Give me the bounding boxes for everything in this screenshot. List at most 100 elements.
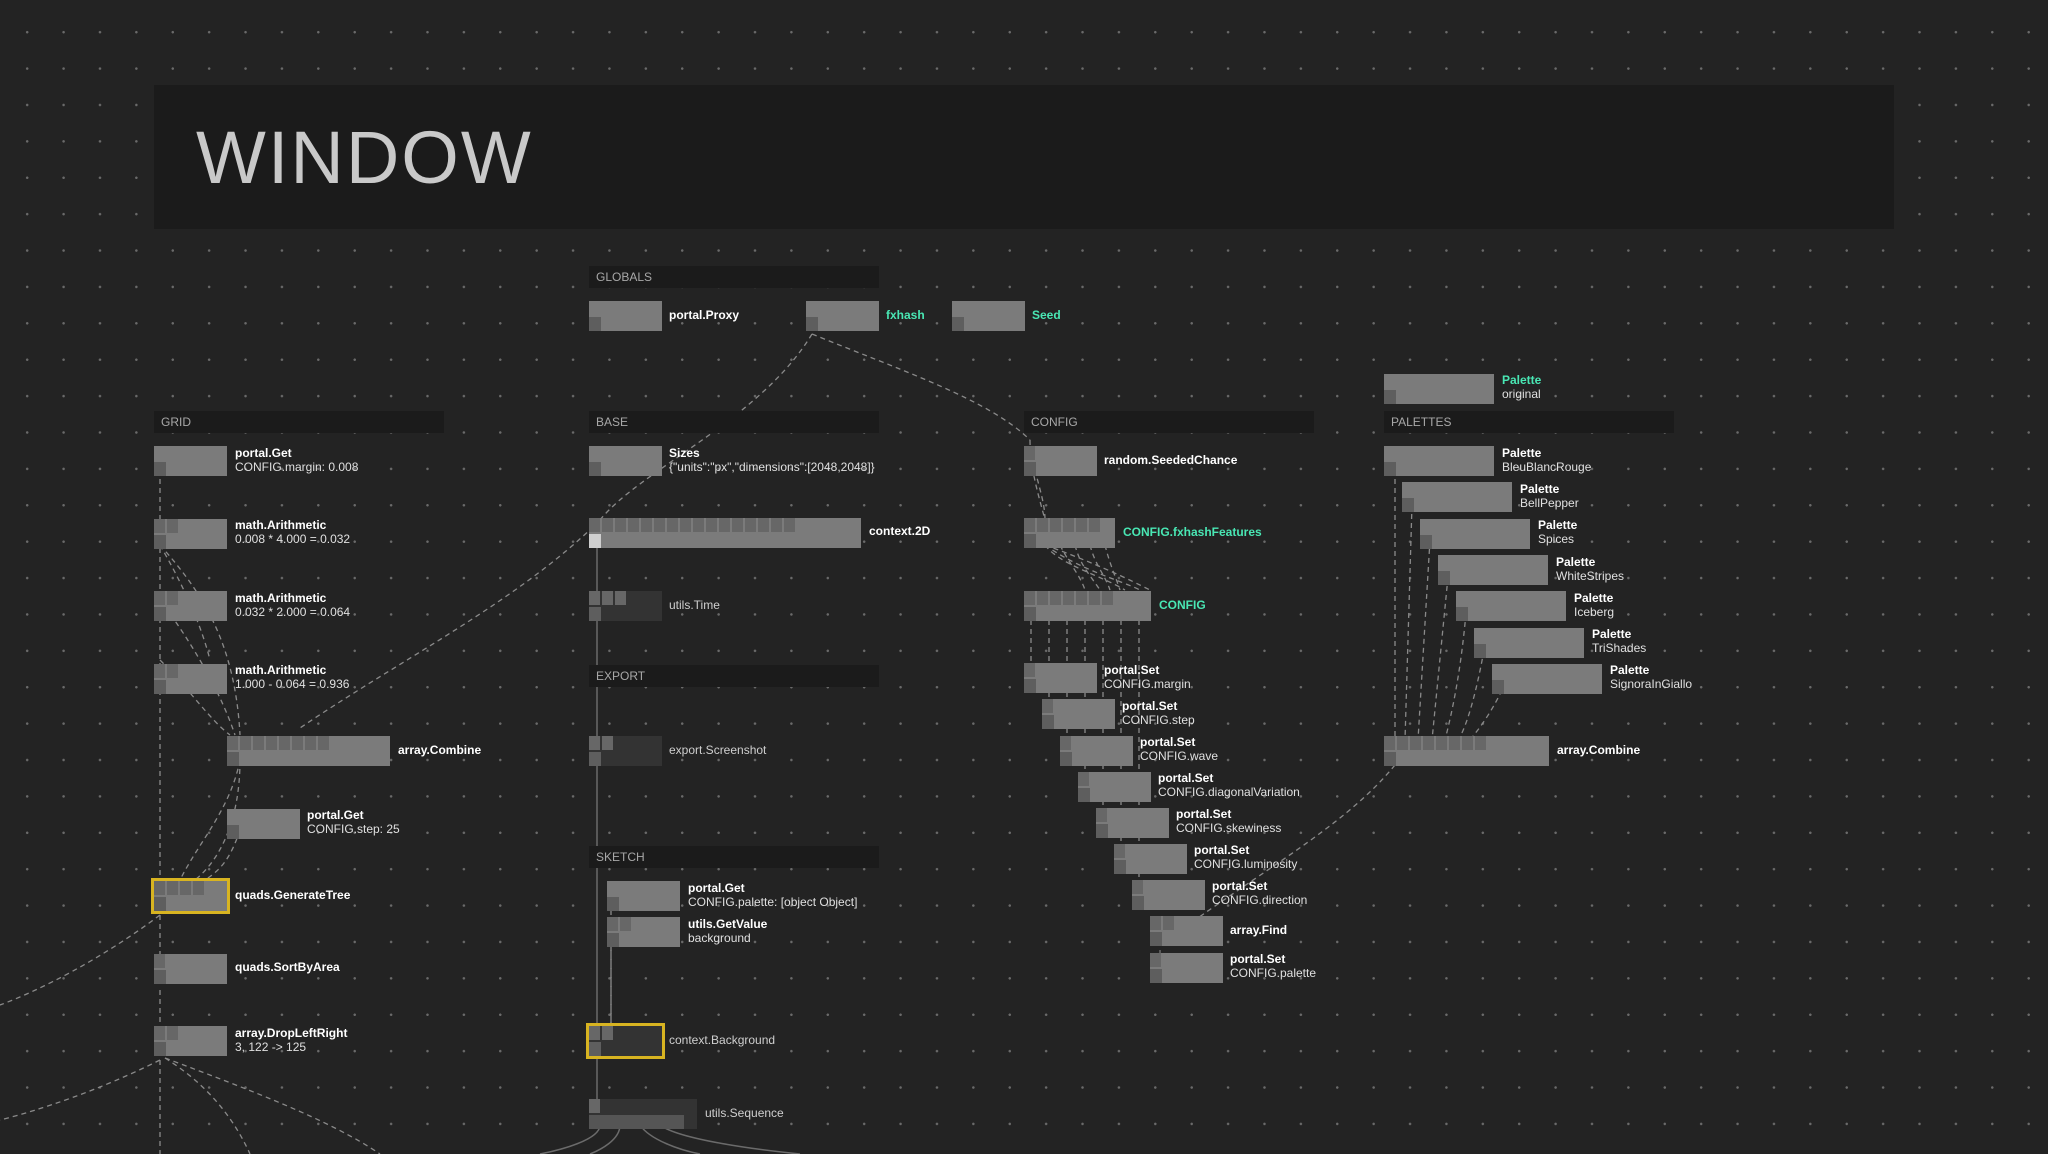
node-inlets[interactable] (154, 954, 167, 968)
node-inlets[interactable] (154, 591, 180, 605)
node-quads-sortbyarea[interactable] (154, 954, 227, 984)
node-utils-getvalue[interactable] (607, 917, 680, 947)
node-math-arithmetic-2[interactable] (154, 591, 227, 621)
node-port[interactable] (607, 933, 619, 947)
node-portal-set-direction[interactable] (1132, 880, 1205, 910)
node-math-arithmetic-3[interactable] (154, 664, 227, 694)
node-seed[interactable] (952, 301, 1025, 331)
node-inlets[interactable] (1024, 663, 1037, 677)
node-inlets[interactable] (1132, 880, 1145, 894)
node-port[interactable] (589, 317, 601, 331)
node-port[interactable] (806, 317, 818, 331)
node-portal-set-step[interactable] (1042, 699, 1115, 729)
node-port[interactable] (1420, 535, 1432, 549)
node-portal-set-margin[interactable] (1024, 663, 1097, 693)
node-port[interactable] (1096, 824, 1108, 838)
node-port[interactable] (1042, 715, 1054, 729)
node-quads-generatetree[interactable] (151, 878, 230, 914)
node-array-dropleftright[interactable] (154, 1026, 227, 1056)
node-port[interactable] (589, 752, 601, 766)
node-palette-signoraingiallo[interactable] (1492, 664, 1602, 694)
node-inlets[interactable] (1078, 772, 1091, 786)
node-fxhash[interactable] (806, 301, 879, 331)
node-port[interactable] (1384, 462, 1396, 476)
node-port[interactable] (1456, 607, 1468, 621)
node-port[interactable] (154, 535, 166, 549)
node-random-seededchance[interactable] (1024, 446, 1097, 476)
node-inlets[interactable] (154, 664, 180, 678)
node-portal-set-skewiness[interactable] (1096, 808, 1169, 838)
node-port[interactable] (1078, 788, 1090, 802)
node-port[interactable] (154, 607, 166, 621)
node-port[interactable] (589, 462, 601, 476)
node-inlets[interactable] (589, 736, 615, 750)
group-export[interactable]: EXPORT (589, 665, 879, 687)
group-palettes[interactable]: PALETTES (1384, 411, 1674, 433)
node-inlets[interactable] (1060, 736, 1073, 750)
node-port[interactable] (1150, 969, 1162, 983)
group-base[interactable]: BASE (589, 411, 879, 433)
node-inlets[interactable] (1024, 518, 1102, 532)
node-palette-whitestripes[interactable] (1438, 555, 1548, 585)
node-inlets[interactable] (589, 1099, 602, 1113)
node-inlets[interactable] (1150, 953, 1163, 967)
node-port[interactable] (1024, 534, 1036, 548)
node-port[interactable] (154, 1042, 166, 1056)
node-port[interactable] (589, 1042, 601, 1056)
node-inlets[interactable] (154, 519, 180, 533)
node-palette-original[interactable] (1384, 374, 1494, 404)
node-inlets[interactable] (607, 917, 633, 931)
node-inlets[interactable] (1024, 446, 1037, 460)
node-portal-proxy[interactable] (589, 301, 662, 331)
node-port[interactable] (589, 534, 601, 548)
node-port[interactable] (1060, 752, 1072, 766)
node-portal-set-palette[interactable] (1150, 953, 1223, 983)
node-palette-bellpepper[interactable] (1402, 482, 1512, 512)
node-inlets[interactable] (1024, 591, 1115, 605)
node-port[interactable] (1384, 390, 1396, 404)
node-port[interactable] (1024, 462, 1036, 476)
node-inlets[interactable] (589, 518, 797, 532)
node-math-arithmetic-1[interactable] (154, 519, 227, 549)
node-palette-spices[interactable] (1420, 519, 1530, 549)
node-palette-iceberg[interactable] (1456, 591, 1566, 621)
node-inlets[interactable] (1042, 699, 1055, 713)
node-port[interactable] (1384, 752, 1396, 766)
node-inlets[interactable] (589, 591, 628, 605)
node-portal-set-wave[interactable] (1060, 736, 1133, 766)
node-inlets[interactable] (154, 881, 206, 895)
node-port[interactable] (1132, 896, 1144, 910)
node-port[interactable] (589, 607, 601, 621)
node-port[interactable] (1438, 571, 1450, 585)
node-port[interactable] (227, 752, 239, 766)
node-array-combine-palettes[interactable] (1384, 736, 1549, 766)
group-sketch[interactable]: SKETCH (589, 846, 879, 868)
node-inlets[interactable] (1096, 808, 1109, 822)
node-inlets[interactable] (1150, 916, 1176, 930)
node-port[interactable] (1402, 498, 1414, 512)
node-config[interactable] (1024, 591, 1151, 621)
node-port[interactable] (154, 970, 166, 984)
node-port[interactable] (1492, 680, 1504, 694)
node-context-background[interactable] (586, 1023, 665, 1059)
node-context-2d[interactable] (589, 518, 861, 548)
node-port[interactable] (1114, 860, 1126, 874)
node-config-fxhashfeatures[interactable] (1024, 518, 1115, 548)
node-port[interactable] (227, 825, 239, 839)
node-palette-trishades[interactable] (1474, 628, 1584, 658)
node-utils-time[interactable] (589, 591, 662, 621)
node-port[interactable] (952, 317, 964, 331)
node-sizes[interactable] (589, 446, 662, 476)
node-export-screenshot[interactable] (589, 736, 662, 766)
node-portal-get-step[interactable] (227, 809, 300, 839)
node-portal-get-palette[interactable] (607, 881, 680, 911)
group-globals[interactable]: GLOBALS (589, 266, 879, 288)
node-inlets[interactable] (589, 1026, 615, 1040)
node-utils-sequence[interactable] (589, 1099, 697, 1129)
node-inlets[interactable] (1114, 844, 1127, 858)
node-port[interactable] (1150, 932, 1162, 946)
node-inlets[interactable] (1384, 736, 1488, 750)
node-port[interactable] (607, 897, 619, 911)
node-port[interactable] (154, 897, 166, 911)
node-port[interactable] (1024, 679, 1036, 693)
